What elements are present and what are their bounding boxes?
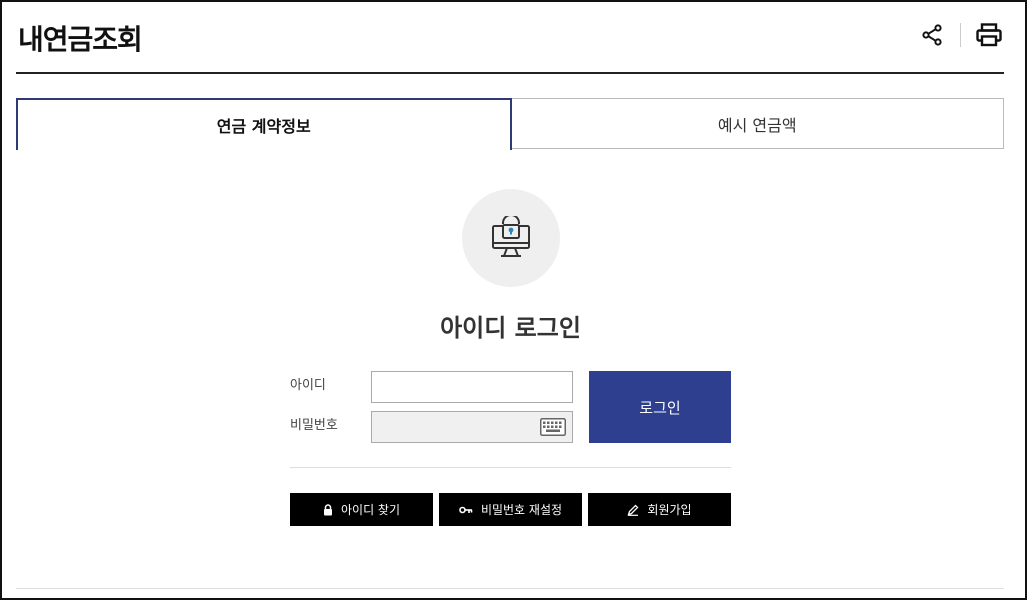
signup-button[interactable]: 회원가입 [588,493,731,526]
reset-password-button[interactable]: 비밀번호 재설정 [439,493,582,526]
find-id-button[interactable]: 아이디 찾기 [290,493,433,526]
reset-password-label: 비밀번호 재설정 [480,503,563,517]
divider [290,467,731,468]
key-icon [459,506,473,513]
print-button[interactable] [974,20,1004,50]
tab-label: 연금 계약정보 [216,117,311,136]
virtual-keyboard-button[interactable] [540,418,566,436]
bottom-divider [16,588,1004,589]
login-title: 아이디 로그인 [440,314,581,342]
password-label: 비밀번호 [290,418,338,433]
header-tools [917,20,1004,50]
tab-label: 예시 연금액 [717,115,797,135]
print-icon [976,23,1002,47]
share-icon [922,24,942,46]
id-label: 아이디 [290,378,326,393]
find-id-label: 아이디 찾기 [340,503,400,517]
share-button[interactable] [917,20,947,50]
tab-bar: 연금 계약정보 예시 연금액 [16,98,1004,150]
monitor-lock-icon [492,216,530,257]
page-title: 내연금조회 [18,23,143,56]
tool-separator [960,23,961,47]
page-frame: 내연금조회 연금 계약정보 예시 연금액 아이디 로그인 아이디 비밀번호 로그… [0,0,1027,600]
id-input[interactable] [371,371,573,403]
tab-contract-info[interactable]: 연금 계약정보 [16,98,512,150]
page-header: 내연금조회 [16,2,1004,74]
lock-icon [323,503,332,515]
virtual-keyboard-icon [540,418,566,436]
login-button[interactable]: 로그인 [589,371,731,443]
signup-label: 회원가입 [647,503,692,517]
login-icon-circle [462,189,560,287]
pencil-icon [627,504,639,516]
tab-example-pension[interactable]: 예시 연금액 [511,98,1004,149]
